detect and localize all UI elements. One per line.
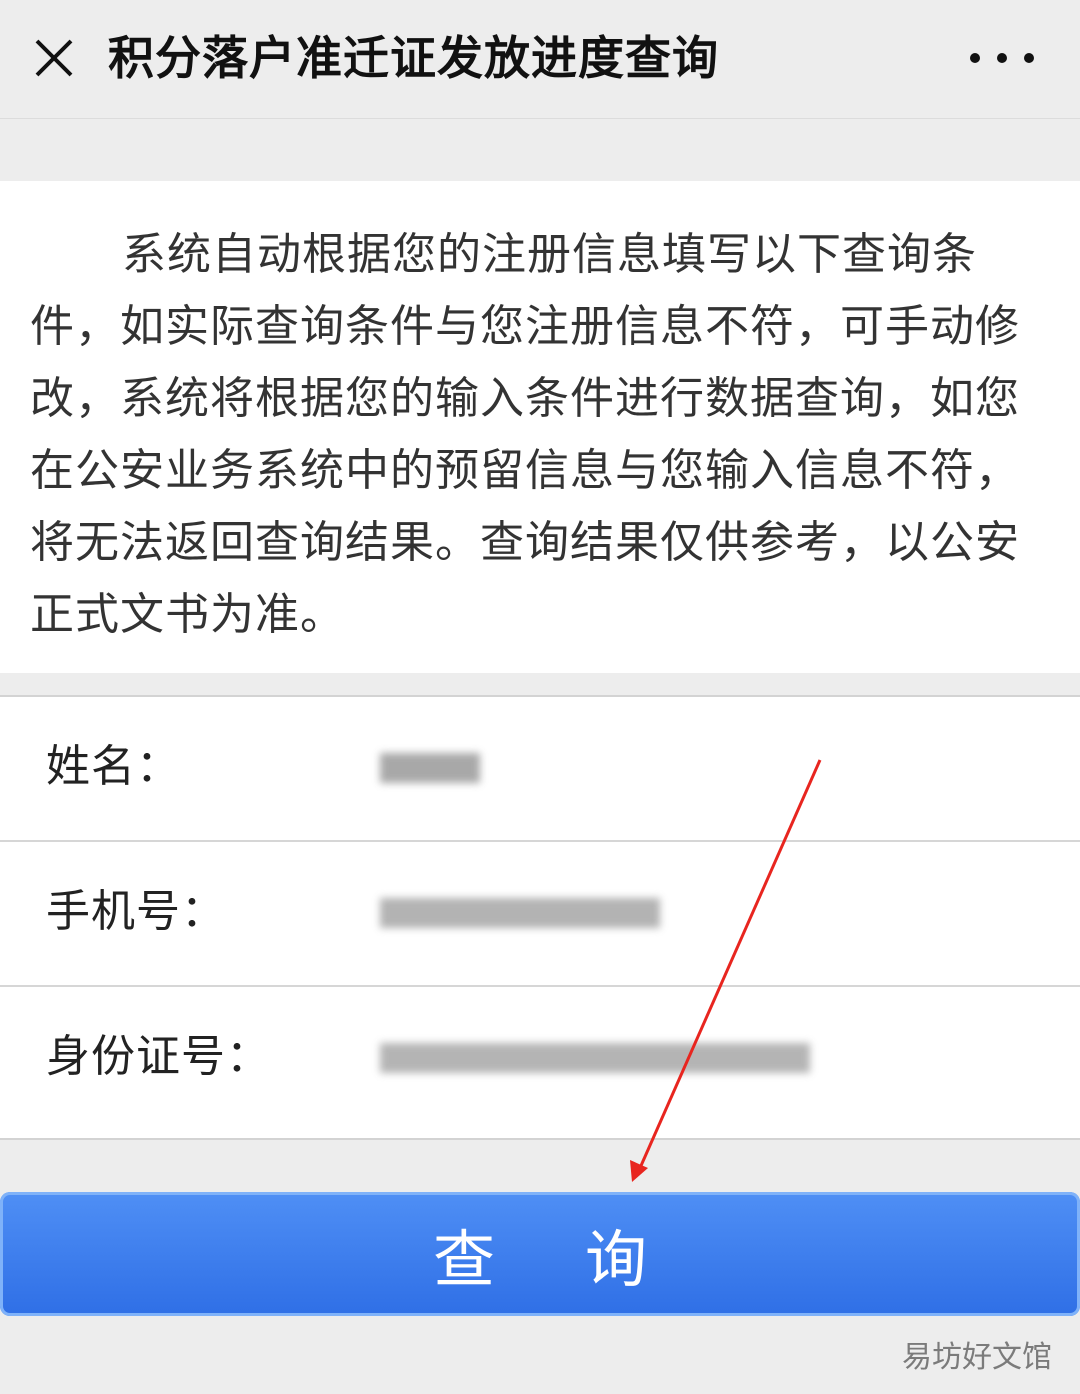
watermark: 易坊好文馆	[902, 1340, 1052, 1375]
more-icon	[970, 53, 980, 63]
page-title: 积分落户准迁证发放进度查询	[108, 31, 719, 85]
id-number-label: 身份证号：	[46, 1031, 271, 1082]
notice-text: 系统自动根据您的注册信息填写以下查询条件，如实际查询条件与您注册信息不符，可手动…	[30, 229, 1020, 640]
query-button[interactable]: 查询	[0, 1192, 1080, 1316]
more-button[interactable]	[970, 40, 1034, 76]
phone-input-blurred[interactable]	[380, 892, 660, 938]
close-icon	[35, 39, 73, 77]
id-number-input-blurred[interactable]	[380, 1037, 810, 1083]
name-input-blurred[interactable]	[380, 747, 480, 793]
page: 积分落户准迁证发放进度查询 系统自动根据您的注册信息填写以下查询条件，如实际查询…	[0, 0, 1080, 1394]
close-button[interactable]	[28, 32, 80, 84]
name-row[interactable]: 姓名：	[0, 697, 1080, 842]
name-label: 姓名：	[46, 741, 181, 792]
notice-panel: 系统自动根据您的注册信息填写以下查询条件，如实际查询条件与您注册信息不符，可手动…	[0, 181, 1080, 673]
more-icon-dot	[997, 53, 1007, 63]
id-number-row[interactable]: 身份证号：	[0, 987, 1080, 1132]
more-icon-dot	[1024, 53, 1034, 63]
phone-row[interactable]: 手机号：	[0, 842, 1080, 987]
query-form: 姓名： 手机号： 身份证号：	[0, 695, 1080, 1140]
top-bar: 积分落户准迁证发放进度查询	[0, 0, 1080, 119]
phone-label: 手机号：	[46, 886, 226, 937]
